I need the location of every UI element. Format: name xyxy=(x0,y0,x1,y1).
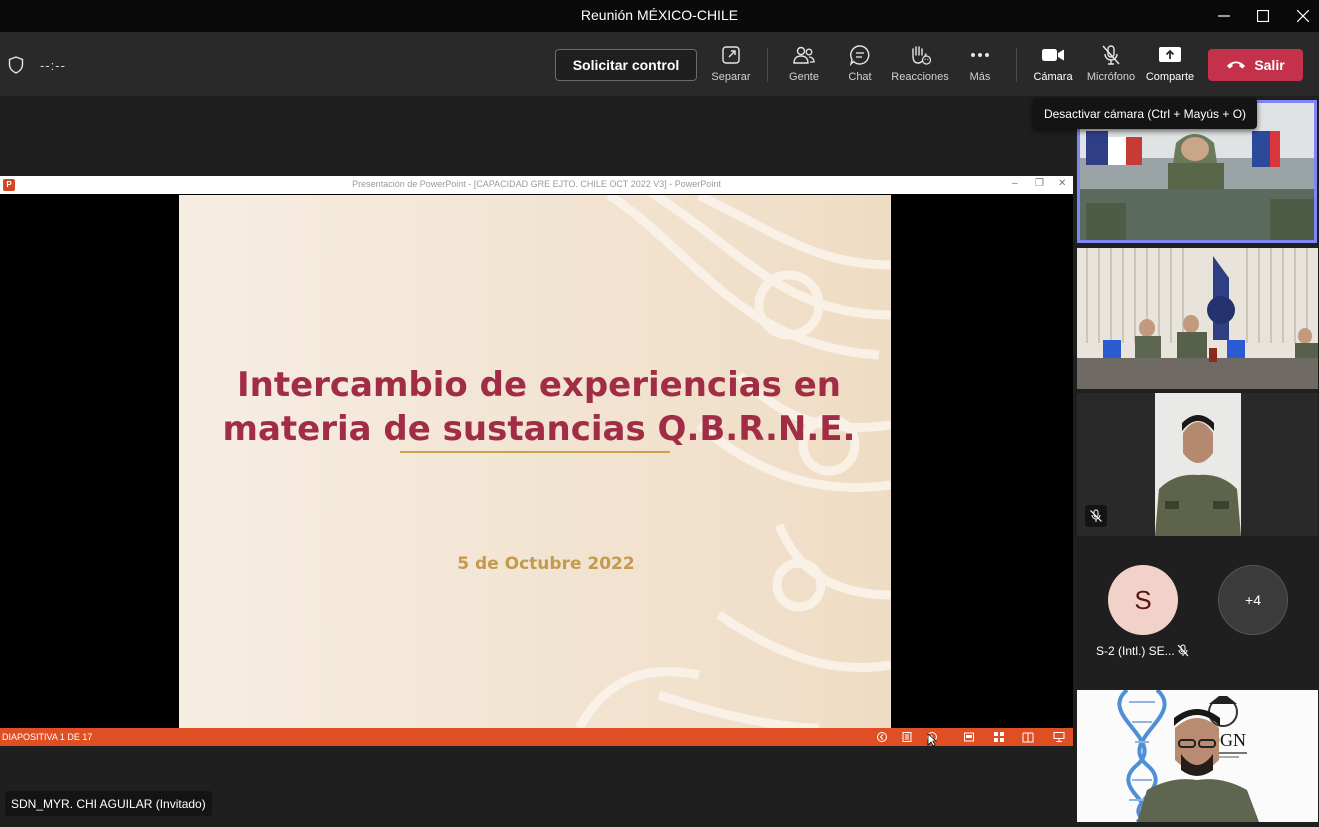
leave-button[interactable]: Salir xyxy=(1208,49,1303,81)
microphone-label: Micrófono xyxy=(1086,71,1136,83)
slide-counter: DIAPOSITIVA 1 DE 17 xyxy=(2,732,93,742)
slideshow-icon xyxy=(1053,732,1065,742)
slide-title: Intercambio de experiencias en materia d… xyxy=(179,363,891,451)
leave-label: Salir xyxy=(1254,57,1285,73)
meeting-title: Reunión MÉXICO-CHILE xyxy=(580,7,739,23)
chat-button[interactable]: Chat xyxy=(846,44,874,88)
reading-view-icon xyxy=(1022,732,1034,743)
chat-icon xyxy=(849,45,870,66)
notes-icon xyxy=(877,732,887,742)
shared-screen: P Presentación de PowerPoint - [CAPACIDA… xyxy=(0,176,1073,746)
minimize-button[interactable] xyxy=(1204,0,1244,32)
participant-video-feed-2 xyxy=(1155,393,1241,536)
participant-video-tile-2[interactable] xyxy=(1077,393,1318,536)
ppt-restore-icon: ❐ xyxy=(1035,178,1044,189)
reactions-label: Reacciones xyxy=(891,71,949,83)
slide: Intercambio de experiencias en materia d… xyxy=(179,195,891,728)
hang-up-icon xyxy=(1227,61,1246,69)
slide-background-pattern xyxy=(179,195,891,728)
camera-icon xyxy=(1042,49,1064,61)
more-label: Más xyxy=(969,71,991,83)
mic-off-icon xyxy=(1177,644,1189,657)
participant-video-tile-3[interactable]: DGN xyxy=(1077,690,1318,822)
chat-label: Chat xyxy=(848,71,872,83)
title-underline xyxy=(400,451,670,453)
close-button[interactable] xyxy=(1283,0,1319,32)
share-label: Comparte xyxy=(1145,71,1195,83)
slide-sorter-icon xyxy=(994,732,1004,742)
ppt-status-bar: DIAPOSITIVA 1 DE 17 xyxy=(0,728,1073,746)
participant-avatar[interactable]: S xyxy=(1108,565,1178,635)
participant-name: S-2 (Intl.) SE... xyxy=(1096,644,1175,658)
normal-view-icon xyxy=(964,732,974,742)
mouse-pointer-icon xyxy=(927,733,937,747)
more-icon xyxy=(971,53,989,57)
shield-icon[interactable] xyxy=(8,56,24,74)
pop-out-icon xyxy=(722,46,740,64)
camera-button[interactable]: Cámara xyxy=(1032,44,1074,88)
minimize-icon xyxy=(1218,15,1230,17)
ppt-window-title: Presentación de PowerPoint - [CAPACIDAD … xyxy=(352,179,721,189)
title-bar: Reunión MÉXICO-CHILE xyxy=(0,0,1319,32)
people-icon xyxy=(793,46,815,64)
ppt-title-bar: P Presentación de PowerPoint - [CAPACIDA… xyxy=(0,176,1073,194)
close-icon xyxy=(1297,10,1309,22)
meeting-timer: --:-- xyxy=(40,58,66,73)
slide-date: 5 de Octubre 2022 xyxy=(457,554,635,574)
mic-off-icon xyxy=(1102,45,1120,65)
ppt-close-icon: ✕ xyxy=(1058,178,1067,189)
mic-off-icon xyxy=(1090,509,1102,522)
ppt-minimize-icon: – xyxy=(1012,178,1018,189)
pop-out-label: Separar xyxy=(711,71,751,83)
participant-video-feed-3: DGN xyxy=(1077,690,1318,822)
participant-video-feed-1 xyxy=(1077,248,1318,389)
request-control-button[interactable]: Solicitar control xyxy=(555,49,697,81)
participant-video-tile-1[interactable] xyxy=(1077,248,1318,389)
camera-label: Cámara xyxy=(1033,71,1073,83)
share-icon xyxy=(1159,47,1181,62)
slide-title-line2: materia de sustancias Q.B.R.N.E. xyxy=(222,409,856,449)
meeting-toolbar: --:-- Solicitar control Separar Gente Ch… xyxy=(0,32,1319,96)
participant-mic-off-badge xyxy=(1085,505,1107,527)
microphone-button[interactable]: Micrófono xyxy=(1085,44,1137,88)
camera-tooltip: Desactivar cámara (Ctrl + Mayús + O) xyxy=(1033,98,1257,129)
share-button[interactable]: Comparte xyxy=(1145,44,1195,88)
presenter-name-tag: SDN_MYR. CHI AGUILAR (Invitado) xyxy=(5,791,212,816)
comments-icon xyxy=(902,732,912,742)
toolbar-divider xyxy=(1016,48,1017,82)
raise-hand-icon xyxy=(912,46,932,65)
maximize-icon xyxy=(1257,10,1269,22)
maximize-button[interactable] xyxy=(1243,0,1283,32)
more-button[interactable]: Más xyxy=(966,44,994,88)
reactions-button[interactable]: Reacciones xyxy=(891,44,949,88)
toolbar-divider xyxy=(767,48,768,82)
people-label: Gente xyxy=(789,71,819,83)
people-button[interactable]: Gente xyxy=(787,44,821,88)
slide-title-line1: Intercambio de experiencias en xyxy=(236,365,842,405)
more-participants-button[interactable]: +4 xyxy=(1218,565,1288,635)
pop-out-button[interactable]: Separar xyxy=(711,44,751,88)
